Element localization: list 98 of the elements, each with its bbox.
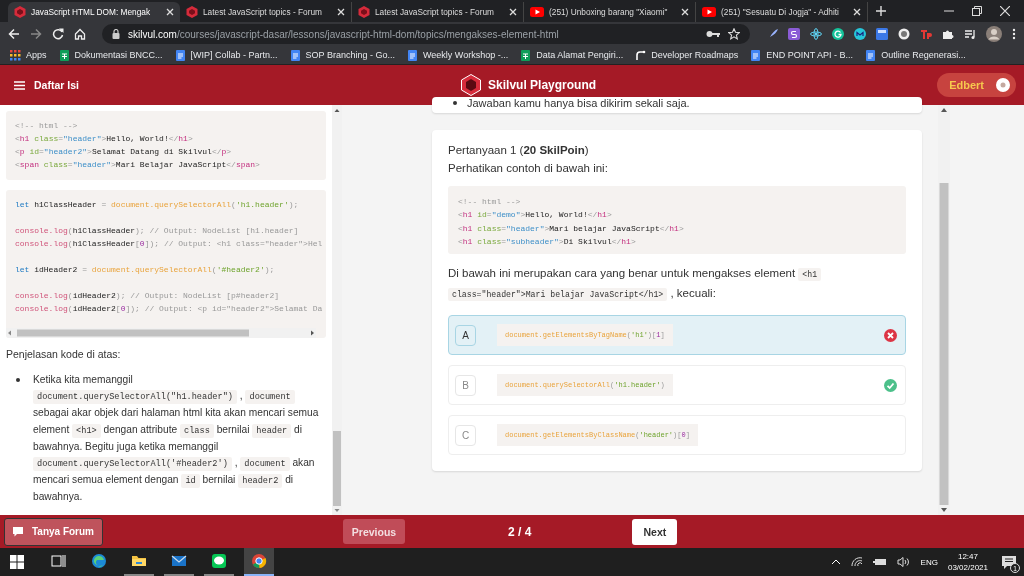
- check-icon: [884, 378, 897, 392]
- wrong-icon: [884, 328, 897, 342]
- bookmark-link[interactable]: Developer Roadmaps: [635, 49, 739, 61]
- chrome-icon: [251, 553, 267, 569]
- close-icon[interactable]: [166, 8, 174, 16]
- next-button[interactable]: Next: [632, 518, 678, 545]
- hexagon-logo-icon: [358, 6, 370, 18]
- extension-icon[interactable]: [854, 28, 866, 40]
- task-view-icon: [51, 553, 67, 569]
- notification-icon[interactable]: [1002, 555, 1016, 569]
- bookmark-link[interactable]: Outline Regenerasi...: [865, 49, 966, 61]
- mail-icon: [171, 553, 187, 569]
- code-line: <h1 id="demo">Hello, World!</h1>: [458, 209, 612, 222]
- brand-name: Skilvul Playground: [488, 78, 597, 92]
- bookmark-link[interactable]: Data Alamat Pengiri...: [520, 49, 624, 61]
- lock-icon: [112, 29, 120, 39]
- apps-grid-icon: [10, 49, 21, 61]
- key-icon[interactable]: [706, 30, 720, 38]
- code-line: console.log(idHeader2); // Output: NodeList [p#header2]: [15, 290, 280, 302]
- battery-icon[interactable]: [872, 558, 887, 566]
- code-line: <span class="header">Mari Belajar JavaScript</span>: [15, 159, 260, 171]
- option-letter: B: [455, 374, 476, 396]
- option-letter: C: [455, 424, 476, 446]
- more-icon[interactable]: [1012, 28, 1016, 40]
- bullet-icon: [16, 378, 20, 382]
- spreadsheet-icon: [520, 49, 532, 61]
- code-line: <!-- html -->: [15, 120, 78, 132]
- paragraph: Perhatikan contoh di bawah ini:: [448, 162, 609, 174]
- folder-icon: [131, 553, 147, 569]
- clock-time[interactable]: 12:47: [957, 551, 978, 562]
- code-line: console.log(idHeader2[0]); // Output: <p id="header2">Selamat Da: [15, 303, 323, 315]
- bookmark-link[interactable]: Weekly Workshop -...: [406, 49, 509, 61]
- code-line: <h1 class="subheader">Di Skilvul</h1>: [458, 235, 636, 248]
- bookmark-link[interactable]: [WIP] Collab - Partn...: [174, 49, 278, 61]
- document-icon: [750, 49, 762, 61]
- chevron-up-icon[interactable]: [830, 559, 841, 565]
- hexagon-logo-icon: [186, 6, 198, 18]
- forward-icon[interactable]: [30, 28, 42, 40]
- clock-date[interactable]: 03/02/2021: [947, 562, 988, 573]
- code-line: console.log(h1ClassHeader); // Output: NodeList [h1.header]: [15, 225, 299, 237]
- address-bar[interactable]: skilvul.com/courses/javascript-dasar/lessons/javascript-html-dom/topics/mengakses-element-html: [102, 24, 750, 44]
- menu-icon: [14, 80, 25, 90]
- avatar-icon: [996, 78, 1010, 92]
- forum-button[interactable]: Tanya Forum: [4, 517, 103, 546]
- page-counter: 2 / 4: [508, 524, 532, 539]
- code-line: <!-- html -->: [458, 196, 521, 208]
- bookmark-link[interactable]: Dokumentasi BNCC...: [58, 49, 163, 61]
- back-icon[interactable]: [8, 28, 20, 40]
- code-line: <p id="header2">Selamat Datang di Skilvul</p>: [15, 146, 232, 158]
- close-icon[interactable]: [1000, 6, 1010, 16]
- code-line: let idHeader2 = document.querySelectorAll('#header2');: [15, 264, 275, 276]
- maximize-icon[interactable]: [972, 6, 982, 16]
- hexagon-logo-icon: [14, 6, 26, 18]
- home-icon[interactable]: [74, 28, 86, 40]
- bookmark-link[interactable]: SOP Branching - Go...: [289, 49, 395, 61]
- paragraph: Penjelasan kode di atas:: [6, 348, 122, 360]
- chat-icon: [12, 526, 23, 537]
- extension-icon[interactable]: [832, 28, 844, 40]
- code-line: <h1 class="header">Mari belajar JavaScript</h1>: [458, 222, 684, 235]
- reload-icon[interactable]: [52, 28, 64, 40]
- wifi-icon[interactable]: [850, 557, 863, 567]
- browser-tab[interactable]: JavaScript HTML DOM: Mengak: [8, 2, 180, 22]
- close-icon[interactable]: [681, 8, 689, 16]
- bullet-icon: [453, 101, 457, 105]
- language-indicator[interactable]: ENG: [920, 557, 938, 567]
- document-icon: [865, 49, 877, 61]
- video-play-icon: [702, 7, 716, 17]
- avatar-icon[interactable]: [986, 26, 1002, 42]
- option-letter: A: [455, 324, 476, 346]
- spreadsheet-icon: [58, 49, 70, 61]
- document-icon: [174, 49, 186, 61]
- code-line: console.log(h1ClassHeader[0]); // Output: <h1 class="header">Hel: [15, 238, 323, 250]
- question-title: Pertanyaan 1 (20 SkilPoin): [448, 144, 590, 156]
- table-of-contents-button[interactable]: Daftar Isi: [14, 79, 79, 91]
- playlist-icon[interactable]: [964, 28, 976, 40]
- url-text: skilvul.com/courses/javascript-dasar/lessons/javascript-html-dom/topics/mengakses-element-html: [128, 28, 559, 40]
- chat-app-icon: [211, 553, 227, 569]
- windows-start-icon[interactable]: [10, 555, 24, 569]
- extension-icon[interactable]: [898, 28, 910, 40]
- bookmark-link[interactable]: Apps: [10, 49, 47, 61]
- code-line: let h1ClassHeader = document.querySelectorAll('h1.header');: [15, 199, 299, 211]
- volume-icon[interactable]: [896, 557, 911, 567]
- close-icon[interactable]: [853, 8, 861, 16]
- bookmark-link[interactable]: END POINT API - B...: [750, 49, 854, 61]
- close-icon[interactable]: [509, 8, 517, 16]
- new-tab-icon[interactable]: [876, 6, 886, 16]
- browser-icon: [91, 553, 107, 569]
- code-line: <h1 class="header">Hello, World!</h1>: [15, 133, 193, 145]
- previous-button[interactable]: Previous: [343, 519, 405, 544]
- paragraph: Ketika kita memanggil document.querySelectorAll("h1.header") , document sebagai akar objek dari halaman html kita akan mencari semua element <h1> dengan attribute class bernilai header di bawahnya. Begitu juga ketika memanggil document.querySelectorAll('#header2') , document akan mencari semua element dengan id bernilai header2 di bawahnya.: [33, 373, 320, 505]
- close-icon[interactable]: [337, 8, 345, 16]
- document-icon: [289, 49, 301, 61]
- star-icon[interactable]: [728, 28, 740, 40]
- paragraph: Jawaban kamu hanya bisa dikirim sekali saja.: [467, 97, 690, 109]
- extension-icon[interactable]: [810, 28, 822, 40]
- extension-icon[interactable]: [788, 28, 800, 40]
- document-icon: [406, 49, 418, 61]
- video-play-icon: [530, 7, 544, 17]
